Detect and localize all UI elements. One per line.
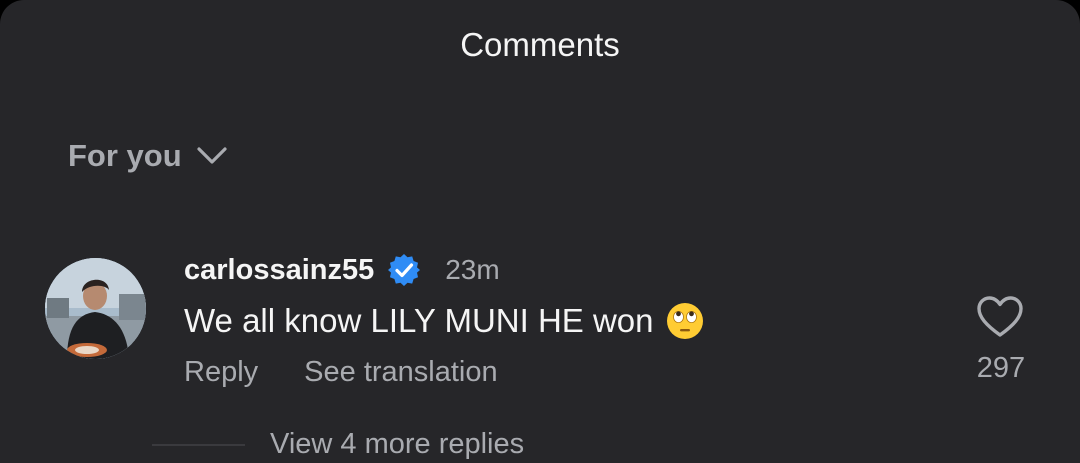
- verified-badge-icon: [388, 254, 421, 286]
- username[interactable]: carlossainz55: [184, 254, 374, 287]
- comments-sheet: Comments For you carlossainz55 23m We al…: [0, 0, 1080, 463]
- avatar[interactable]: [45, 258, 146, 359]
- reply-button[interactable]: Reply: [184, 356, 258, 389]
- sort-dropdown[interactable]: For you: [68, 138, 228, 174]
- sort-label: For you: [68, 138, 182, 173]
- chevron-down-icon: [197, 147, 227, 164]
- like-count: 297: [976, 352, 1026, 384]
- comment-text: We all know LILY MUNI HE won: [184, 302, 654, 339]
- view-more-replies-button[interactable]: View 4 more replies: [270, 428, 524, 461]
- comment-header: carlossainz55 23m: [184, 250, 500, 290]
- comment-timestamp: 23m: [445, 254, 500, 285]
- heart-icon[interactable]: [976, 295, 1024, 339]
- sheet-title: Comments: [460, 26, 620, 63]
- comment-actions: Reply See translation: [184, 356, 498, 389]
- comment-text-row: We all know LILY MUNI HE won: [184, 302, 704, 340]
- rolling-eyes-emoji-icon: [666, 303, 703, 339]
- replies-divider: [152, 444, 245, 446]
- see-translation-button[interactable]: See translation: [304, 356, 497, 389]
